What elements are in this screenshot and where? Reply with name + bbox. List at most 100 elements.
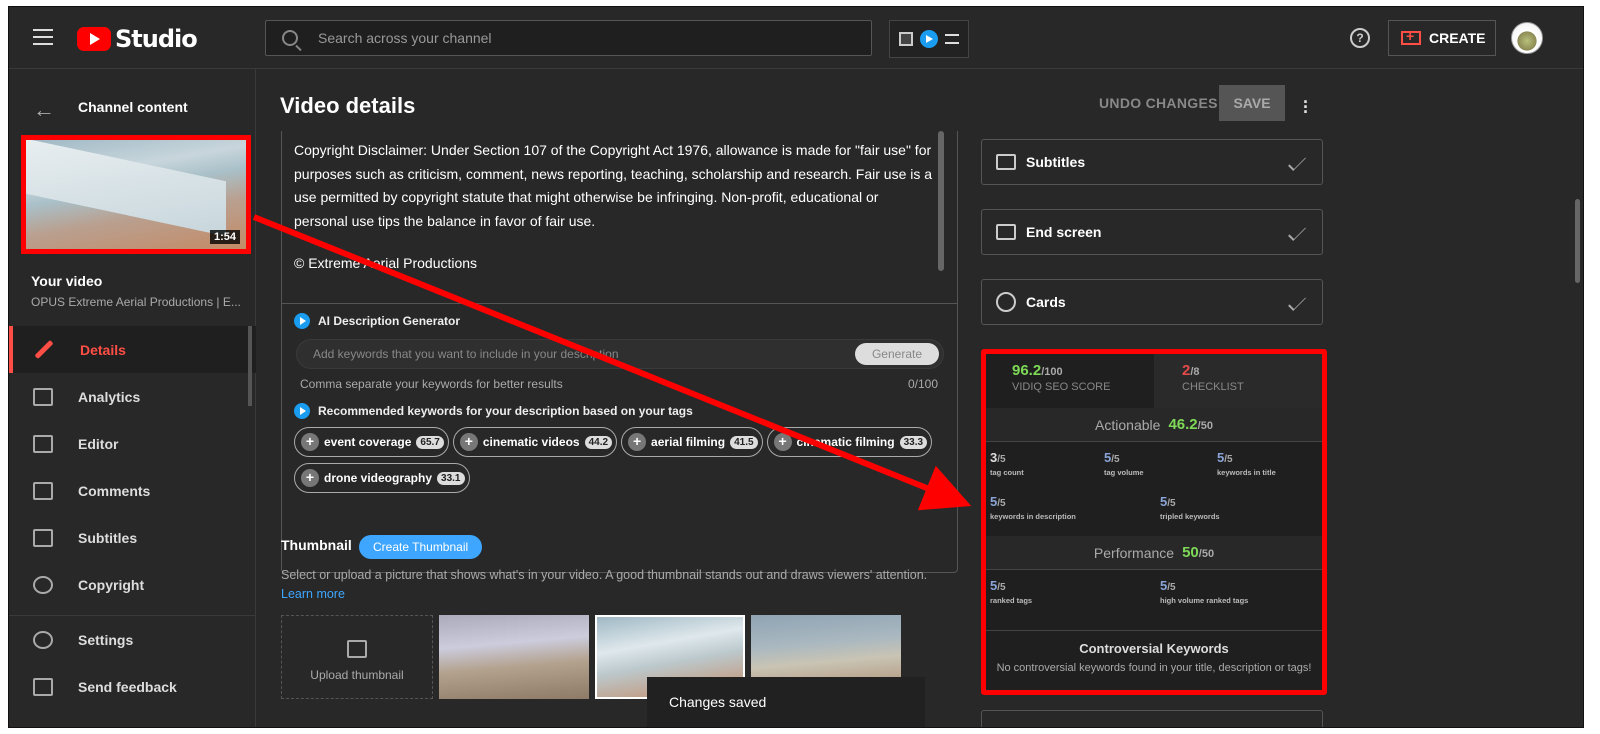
keyword-chip[interactable]: + cinematic videos 44.2: [452, 427, 618, 457]
keyword-chip[interactable]: + drone videography 33.1: [294, 463, 470, 493]
metric-ranked-tags: 5/5 ranked tags: [990, 578, 1032, 605]
learn-more-link[interactable]: Learn more: [281, 587, 345, 601]
metric-value: 5/5: [990, 578, 1006, 593]
metric-tag-count: 3/5 tag count: [990, 450, 1024, 477]
vidiq-icon: [294, 403, 310, 419]
actionable-metrics: 3/5 tag count 5/5 tag volume 5/5 keyword…: [986, 442, 1322, 536]
vidiq-icon[interactable]: [919, 30, 938, 48]
page-scrollbar-track[interactable]: [1569, 69, 1583, 727]
menu-icon[interactable]: [33, 29, 53, 45]
sidebar-item-label: Comments: [78, 482, 151, 499]
keyword-chip[interactable]: + event coverage 65.7: [294, 427, 449, 457]
sidebar-item-copyright[interactable]: Copyright: [9, 561, 256, 608]
analytics-icon: [33, 387, 53, 406]
thumbnail-option-1[interactable]: [439, 615, 589, 699]
keyword-label: drone videography: [324, 471, 433, 485]
ai-generator-label: AI Description Generator: [318, 314, 461, 328]
description-box: Copyright Disclaimer: Under Section 107 …: [281, 131, 958, 573]
metric-value: 3/5: [990, 450, 1006, 465]
page-scrollbar-thumb[interactable]: [1575, 199, 1580, 283]
actionable-score: 46.2/50: [1168, 416, 1213, 433]
pencil-icon[interactable]: [1288, 153, 1306, 171]
keyword-score: 65.7: [416, 435, 444, 449]
tab-checklist[interactable]: 2/8 CHECKLIST: [1154, 354, 1322, 408]
metric-keywords-in-description: 5/5 keywords in description: [990, 494, 1076, 521]
upload-label: Upload thumbnail: [310, 668, 404, 682]
plus-icon: +: [301, 433, 319, 451]
sidebar-scrollbar[interactable]: [248, 326, 252, 406]
actionable-header: Actionable 46.2/50: [986, 408, 1322, 442]
plus-icon: +: [628, 433, 647, 451]
search-icon: [282, 30, 298, 46]
keyword-score: 44.2: [584, 435, 613, 449]
channel-content-title: Channel content: [78, 99, 188, 115]
sidebar-nav: Details Analytics Editor Comments Subtit…: [9, 326, 256, 608]
search-input[interactable]: [318, 30, 838, 46]
metric-label: tripled keywords: [1160, 512, 1220, 521]
sidebar-item-details[interactable]: Details: [9, 326, 256, 373]
video-thumbnail[interactable]: 1:54: [21, 135, 251, 254]
description-copyright[interactable]: © Extreme Aerial Productions: [294, 255, 477, 271]
studio-logo[interactable]: Studio: [77, 25, 198, 53]
generate-button[interactable]: Generate: [855, 343, 939, 365]
performance-metrics: 5/5 ranked tags 5/5 high volume ranked t…: [986, 570, 1322, 622]
performance-label: Performance: [1093, 544, 1175, 561]
sidebar-item-comments[interactable]: Comments: [9, 467, 256, 514]
help-icon[interactable]: ?: [1350, 28, 1370, 48]
checklist-label: CHECKLIST: [1182, 381, 1244, 393]
metric-high-volume-ranked-tags: 5/5 high volume ranked tags: [1160, 578, 1248, 605]
search-bar[interactable]: [265, 20, 872, 56]
sidebar-item-editor[interactable]: Editor: [9, 420, 256, 467]
pencil-icon[interactable]: [1288, 223, 1306, 241]
sidebar-item-label: Details: [80, 341, 126, 358]
subtitles-card[interactable]: Subtitles: [981, 139, 1323, 185]
keyword-chip[interactable]: + aerial filming 41.5: [621, 427, 763, 457]
metric-label: tag count: [990, 468, 1024, 477]
list-icon[interactable]: [944, 34, 959, 44]
metric-value: 5/5: [990, 494, 1006, 509]
metric-keywords-in-title: 5/5 keywords in title: [1217, 450, 1276, 477]
gear-icon: [33, 630, 53, 649]
top-bar: Studio ? CREATE: [9, 7, 1583, 69]
sidebar-item-send-feedback[interactable]: Send feedback: [9, 663, 256, 710]
plus-icon: +: [301, 469, 319, 487]
seo-tabs: 96.2/100 VIDIQ SEO SCORE 2/8 CHECKLIST: [986, 354, 1322, 408]
pencil-icon[interactable]: [1288, 293, 1306, 311]
plus-icon: +: [773, 433, 792, 451]
controversial-title: Controversial Keywords: [1079, 641, 1229, 656]
metric-tripled-keywords: 5/5 tripled keywords: [1160, 494, 1220, 521]
sidebar-item-subtitles[interactable]: Subtitles: [9, 514, 256, 561]
keyword-score: 41.5: [730, 435, 758, 449]
undo-changes-button[interactable]: UNDO CHANGES: [1099, 95, 1218, 111]
sidebar-item-analytics[interactable]: Analytics: [9, 373, 256, 420]
back-arrow-icon[interactable]: ←: [33, 97, 55, 123]
metric-value: 5/5: [1160, 494, 1176, 509]
metric-value: 5/5: [1104, 450, 1120, 465]
video-title: OPUS Extreme Aerial Productions | E...: [31, 295, 241, 309]
create-video-icon: [1401, 28, 1421, 45]
avatar[interactable]: [1511, 22, 1543, 54]
upload-thumbnail-button[interactable]: Upload thumbnail: [281, 615, 433, 699]
sidebar: ← Channel content 1:54 Your video OPUS E…: [9, 69, 256, 727]
thumbnail-heading: Thumbnail: [281, 537, 352, 553]
next-card[interactable]: [981, 710, 1323, 727]
sidebar-item-label: Copyright: [78, 576, 145, 593]
description-text[interactable]: Copyright Disclaimer: Under Section 107 …: [294, 139, 934, 233]
ai-keywords-field[interactable]: Generate: [296, 339, 944, 369]
bar-chart-icon[interactable]: [899, 32, 914, 46]
page-title: Video details: [280, 93, 416, 118]
cards-card[interactable]: Cards: [981, 279, 1323, 325]
divider: [282, 303, 957, 304]
sidebar-item-settings[interactable]: Settings: [9, 616, 256, 663]
ai-keywords-input[interactable]: [313, 347, 843, 361]
keyword-chip[interactable]: + cinematic filming 33.3: [766, 427, 933, 457]
video-duration: 1:54: [209, 230, 240, 244]
create-thumbnail-button[interactable]: Create Thumbnail: [359, 535, 483, 559]
more-options-icon[interactable]: ...: [1303, 88, 1308, 116]
card-label: Cards: [1026, 294, 1066, 310]
tab-seo-score[interactable]: 96.2/100 VIDIQ SEO SCORE: [986, 354, 1154, 408]
description-scrollbar[interactable]: [938, 131, 944, 271]
save-button[interactable]: SAVE: [1219, 85, 1285, 121]
create-button[interactable]: CREATE: [1388, 20, 1496, 56]
end-screen-card[interactable]: End screen: [981, 209, 1323, 255]
